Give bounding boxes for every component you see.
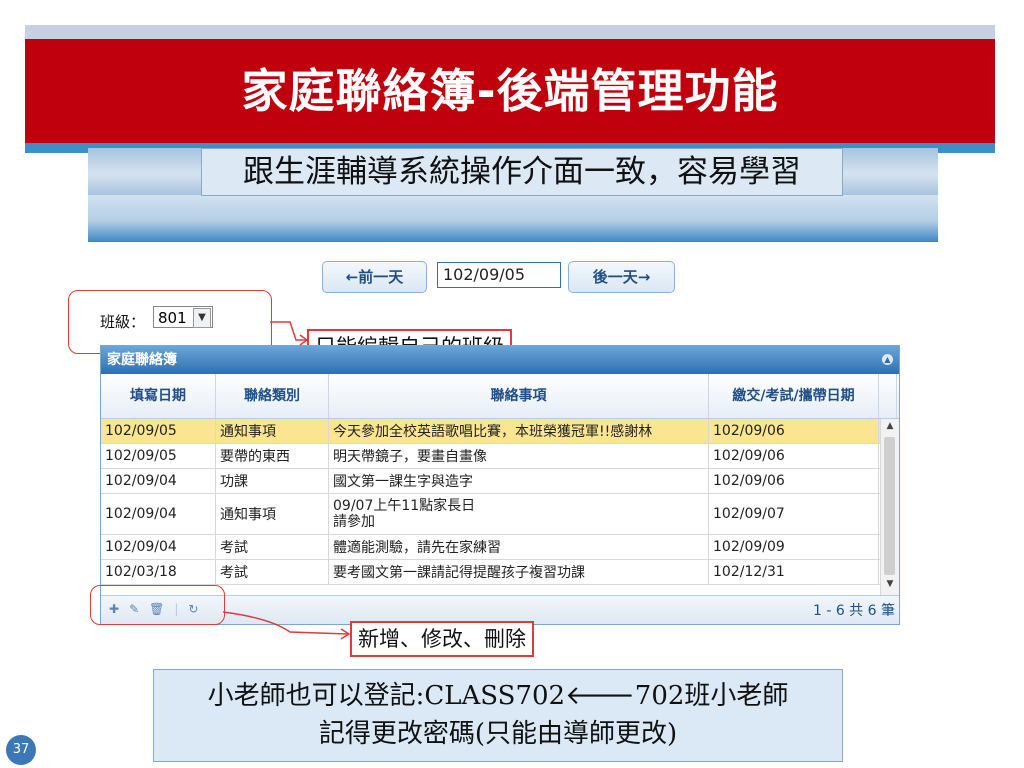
note-line-1: 小老師也可以登記:CLASS702🡐702班小老師	[207, 681, 789, 711]
note-box: 小老師也可以登記:CLASS702🡐702班小老師 記得更改密碼(只能由導師更改…	[153, 669, 843, 762]
crud-callout-arrow	[222, 611, 349, 635]
page-number: 37	[6, 735, 36, 765]
note-line-2: 記得更改密碼(只能由導師更改)	[318, 719, 678, 749]
class-callout-arrow	[270, 321, 306, 341]
callout-arrows	[222, 321, 351, 640]
